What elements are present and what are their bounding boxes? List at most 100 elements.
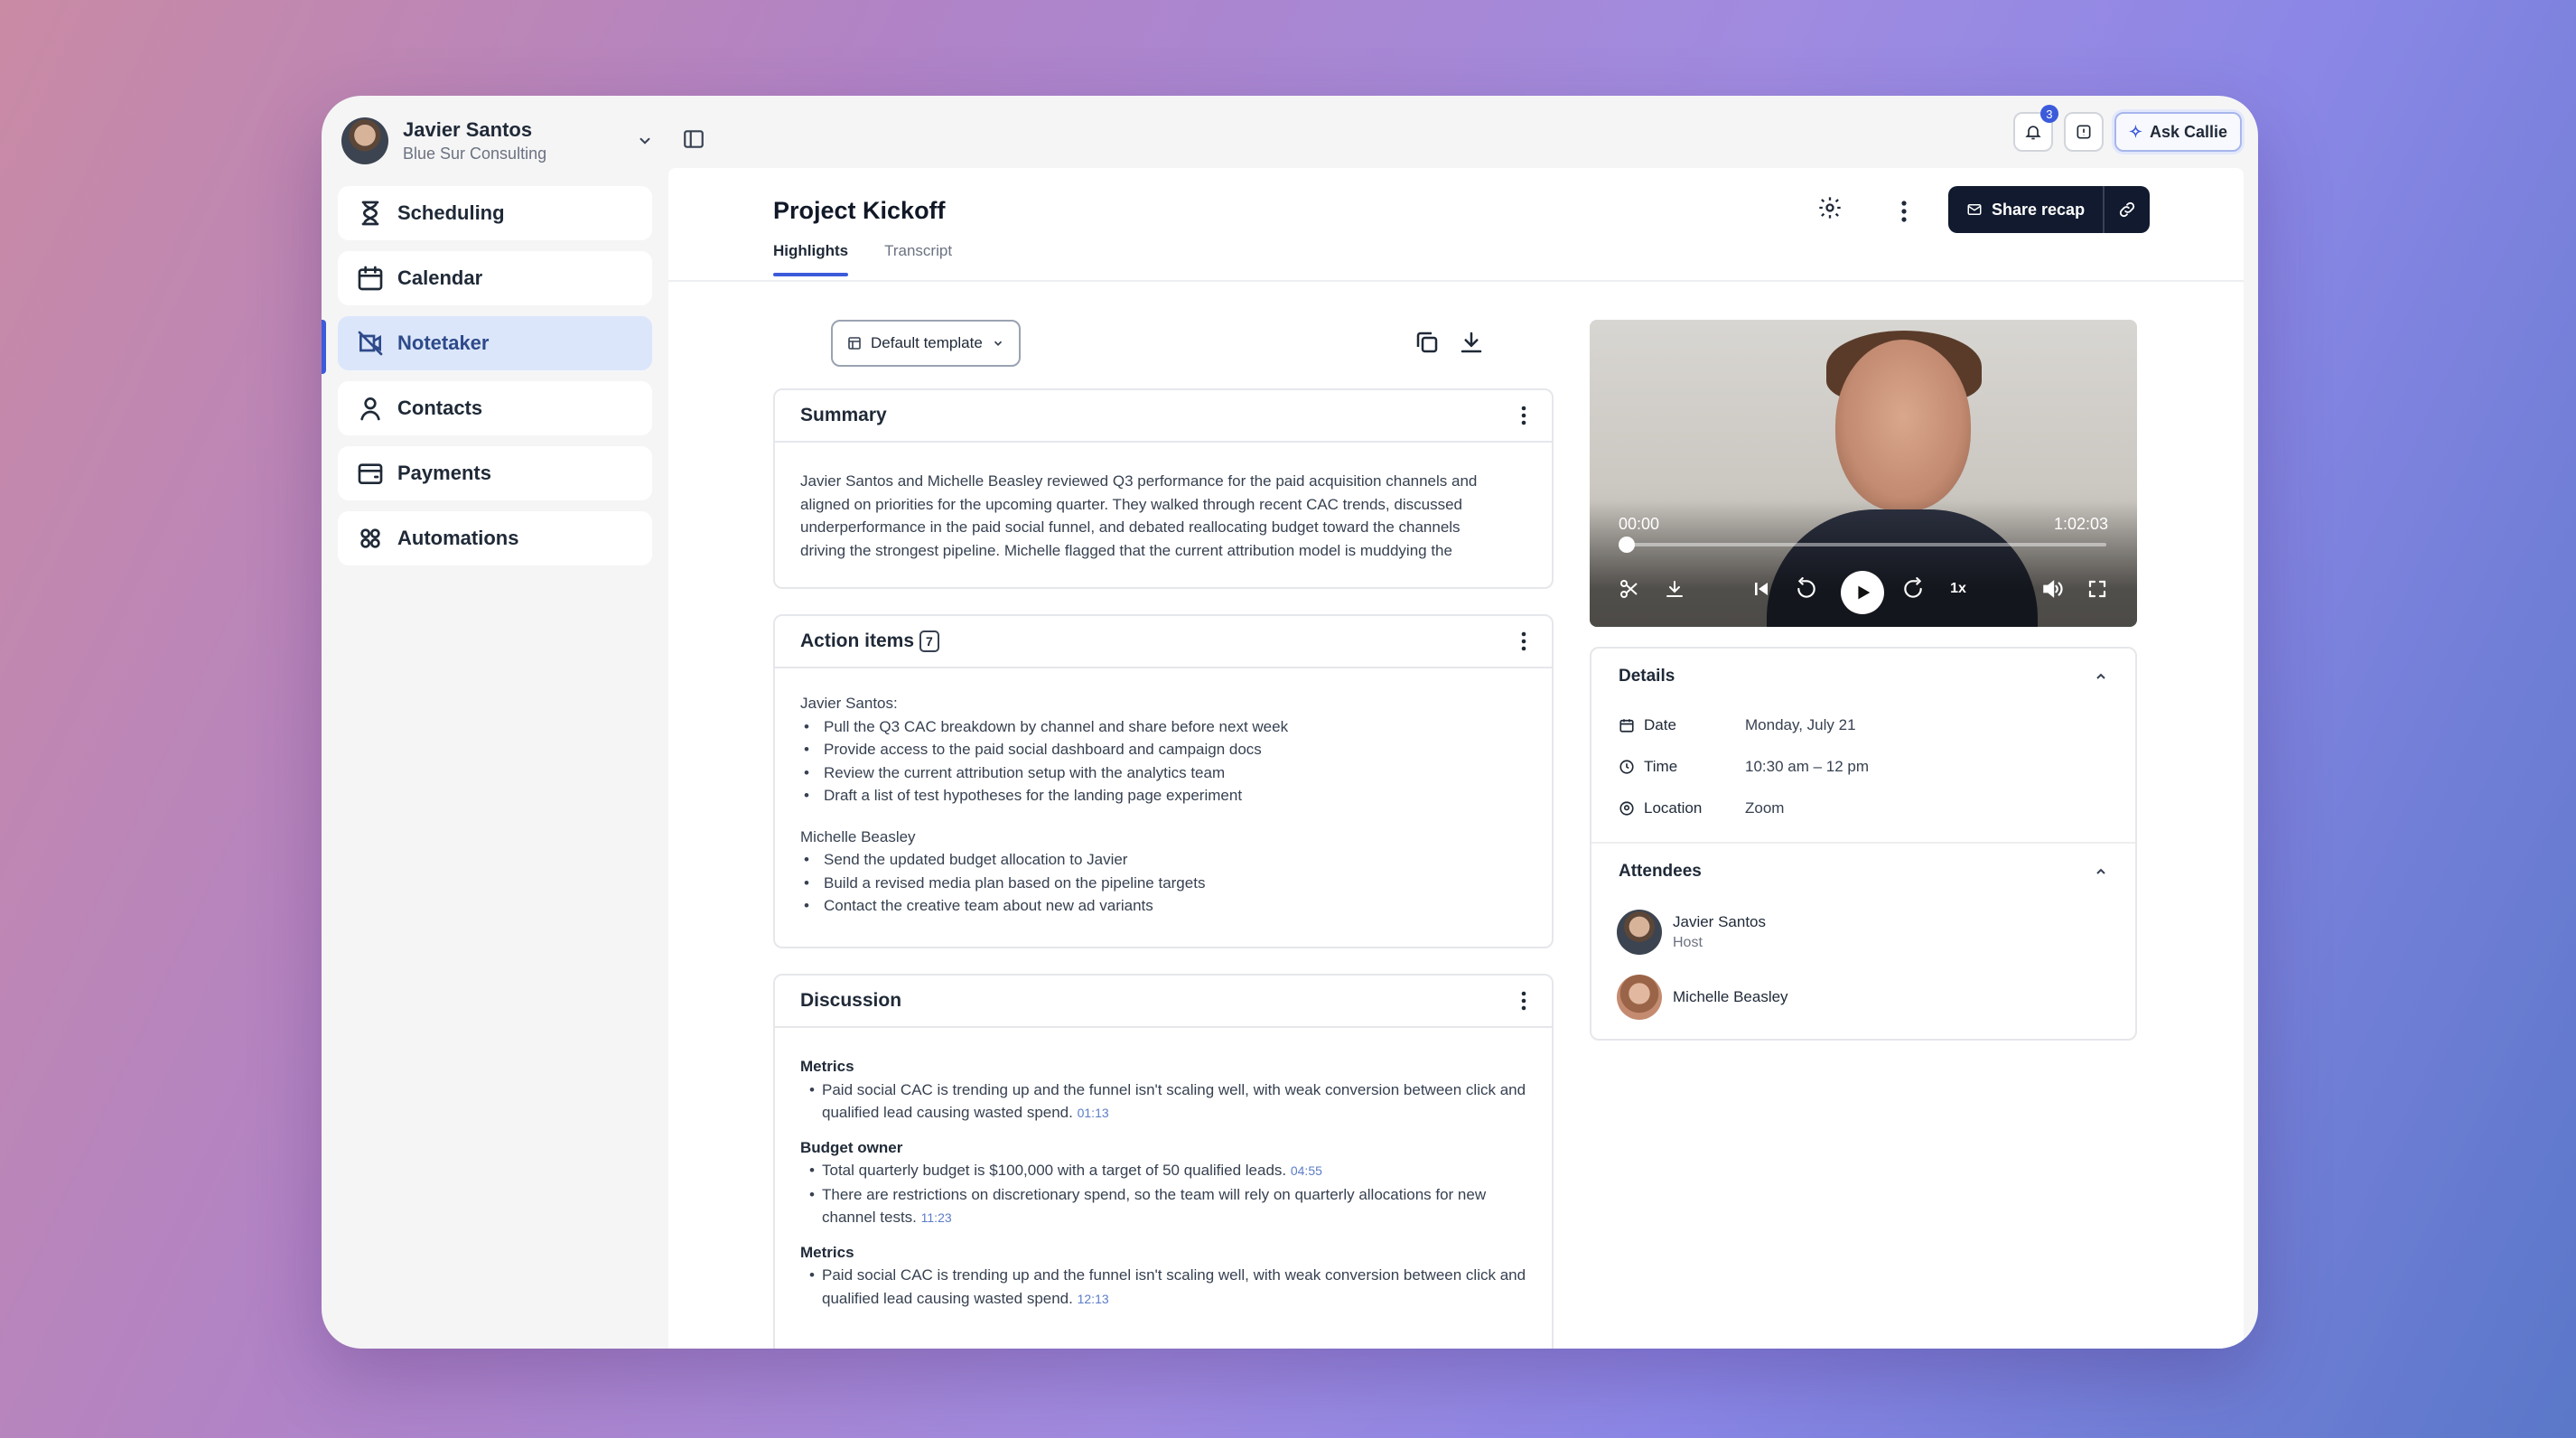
tab-highlights[interactable]: Highlights <box>773 242 849 276</box>
discussion-point: Paid social CAC is trending up and the f… <box>822 1266 1526 1307</box>
copy-link-button[interactable] <box>2103 186 2150 233</box>
template-select[interactable]: Default template <box>831 320 1021 367</box>
automations-icon <box>360 528 380 548</box>
summary-line: aligned on priorities for the upcoming q… <box>800 495 1462 513</box>
ask-callie-button[interactable]: ✧ Ask Callie <box>2114 112 2242 152</box>
top-actions: 3 ✧ Ask Callie <box>2012 105 2242 152</box>
notifications-button[interactable]: 3 <box>2012 105 2058 152</box>
scissors-icon[interactable] <box>1615 574 1644 603</box>
tab-transcript[interactable]: Transcript <box>884 242 952 276</box>
sidebar-item-label: Automations <box>397 527 519 549</box>
video-player[interactable]: 00:00 1:02:03 1x <box>1590 320 2137 627</box>
more-options-icon[interactable] <box>1521 406 1526 425</box>
sidebar-item-label: Calendar <box>397 266 483 289</box>
sidebar-item-payments[interactable]: Payments <box>338 446 652 500</box>
list-item: Review the current attribution setup wit… <box>800 761 1526 785</box>
attendee-name: Javier Santos <box>1673 913 1766 930</box>
timestamp-link[interactable]: 12:13 <box>1078 1292 1109 1306</box>
more-options-icon[interactable] <box>1888 195 1920 228</box>
video-duration: 1:02:03 <box>2053 515 2108 533</box>
play-button[interactable] <box>1841 571 1884 614</box>
clock-icon <box>1619 760 1634 774</box>
hourglass-icon <box>361 201 379 226</box>
gear-icon[interactable] <box>1814 191 1846 224</box>
discussion-title: Discussion <box>800 990 902 1011</box>
video-scrubber-handle[interactable] <box>1619 537 1635 553</box>
play-icon <box>1858 585 1871 600</box>
download-icon[interactable] <box>1660 574 1689 603</box>
sidebar-nav: Scheduling Calendar Notetaker Contacts P… <box>338 186 652 576</box>
sidebar-item-calendar[interactable]: Calendar <box>338 251 652 305</box>
list-item: Provide access to the paid social dashbo… <box>800 738 1526 761</box>
discussion-heading: Metrics <box>800 1243 854 1261</box>
more-options-icon[interactable] <box>1521 631 1526 651</box>
skip-back-icon[interactable] <box>1747 574 1776 603</box>
attendee-role: Host <box>1673 935 1703 950</box>
summary-line: Javier Santos and Michelle Beasley revie… <box>800 472 1478 490</box>
timestamp-link[interactable]: 11:23 <box>921 1210 952 1225</box>
playback-speed[interactable]: 1x <box>1944 574 1973 603</box>
attendee-row: Michelle Beasley <box>1591 965 2135 1030</box>
avatar <box>341 117 388 164</box>
account-org: Blue Sur Consulting <box>403 145 547 163</box>
video-current-time: 00:00 <box>1619 515 1660 533</box>
fullscreen-icon[interactable] <box>2083 574 2112 603</box>
sidebar-item-label: Notetaker <box>397 331 490 354</box>
list-item: Pull the Q3 CAC breakdown by channel and… <box>800 715 1526 739</box>
list-item: Contact the creative team about new ad v… <box>800 894 1526 918</box>
more-options-icon[interactable] <box>1521 991 1526 1011</box>
share-recap-button[interactable]: Share recap <box>1948 186 2103 233</box>
avatar <box>1617 910 1662 955</box>
calendar-icon <box>358 266 383 291</box>
sidebar-item-automations[interactable]: Automations <box>338 511 652 565</box>
chevron-down-icon[interactable] <box>632 128 658 154</box>
action-group: Michelle Beasley Send the updated budget… <box>800 826 1526 918</box>
timestamp-link[interactable]: 04:55 <box>1291 1163 1322 1178</box>
notification-badge: 3 <box>2039 105 2058 123</box>
sidebar: Javier Santos Blue Sur Consulting Schedu… <box>322 96 668 1349</box>
attendee-name: Michelle Beasley <box>1673 988 1788 1005</box>
header-divider <box>668 280 2244 282</box>
summary-title: Summary <box>800 405 887 425</box>
active-nav-indicator <box>322 320 326 374</box>
account-switcher[interactable]: Javier Santos Blue Sur Consulting <box>341 114 658 168</box>
contacts-icon <box>360 397 380 421</box>
notetaker-icon <box>358 331 383 356</box>
detail-row-date: Date Monday, July 21 <box>1591 705 2135 746</box>
detail-label: Date <box>1644 716 1676 733</box>
action-owner: Michelle Beasley <box>800 827 916 845</box>
details-header[interactable]: Details <box>1591 649 2135 705</box>
details-title: Details <box>1619 667 1675 686</box>
bell-icon <box>2025 126 2041 140</box>
share-recap-label: Share recap <box>1992 200 2086 219</box>
volume-icon[interactable] <box>2038 574 2067 603</box>
sidebar-item-scheduling[interactable]: Scheduling <box>338 186 652 240</box>
meeting-info-panel: Details Date Monday, July 21 Time 10:30 … <box>1590 647 2137 1041</box>
info-button[interactable] <box>2063 112 2104 152</box>
list-item: Send the updated budget allocation to Ja… <box>800 848 1526 872</box>
main-panel: Project Kickoff Highlights Transcript Sh… <box>668 168 2244 1349</box>
timestamp-link[interactable]: 01:13 <box>1078 1106 1109 1120</box>
summary-text: Javier Santos and Michelle Beasley revie… <box>775 443 1552 562</box>
attendees-header[interactable]: Attendees <box>1591 844 2135 900</box>
video-frame-face <box>1835 340 1971 511</box>
download-icon[interactable] <box>1458 329 1489 360</box>
ask-callie-label: Ask Callie <box>2149 122 2227 141</box>
video-progress-track[interactable] <box>1619 543 2106 546</box>
rewind-10-icon[interactable] <box>1792 574 1821 603</box>
chevron-up-icon[interactable] <box>2094 669 2108 684</box>
detail-label: Location <box>1644 799 1703 817</box>
copy-icon[interactable] <box>1414 329 1444 360</box>
action-items-count: 7 <box>919 630 939 652</box>
template-select-label: Default template <box>871 334 983 351</box>
page-title: Project Kickoff <box>773 197 946 224</box>
sidebar-toggle-icon[interactable] <box>679 125 708 154</box>
list-item: Paid social CAC is trending up and the f… <box>800 1078 1526 1125</box>
avatar <box>1617 975 1662 1020</box>
detail-value: Monday, July 21 <box>1745 716 1856 733</box>
sidebar-item-notetaker[interactable]: Notetaker <box>338 316 652 370</box>
sidebar-item-contacts[interactable]: Contacts <box>338 381 652 435</box>
chevron-up-icon[interactable] <box>2094 864 2108 879</box>
app-window: Javier Santos Blue Sur Consulting Schedu… <box>322 96 2258 1349</box>
forward-10-icon[interactable] <box>1899 574 1927 603</box>
